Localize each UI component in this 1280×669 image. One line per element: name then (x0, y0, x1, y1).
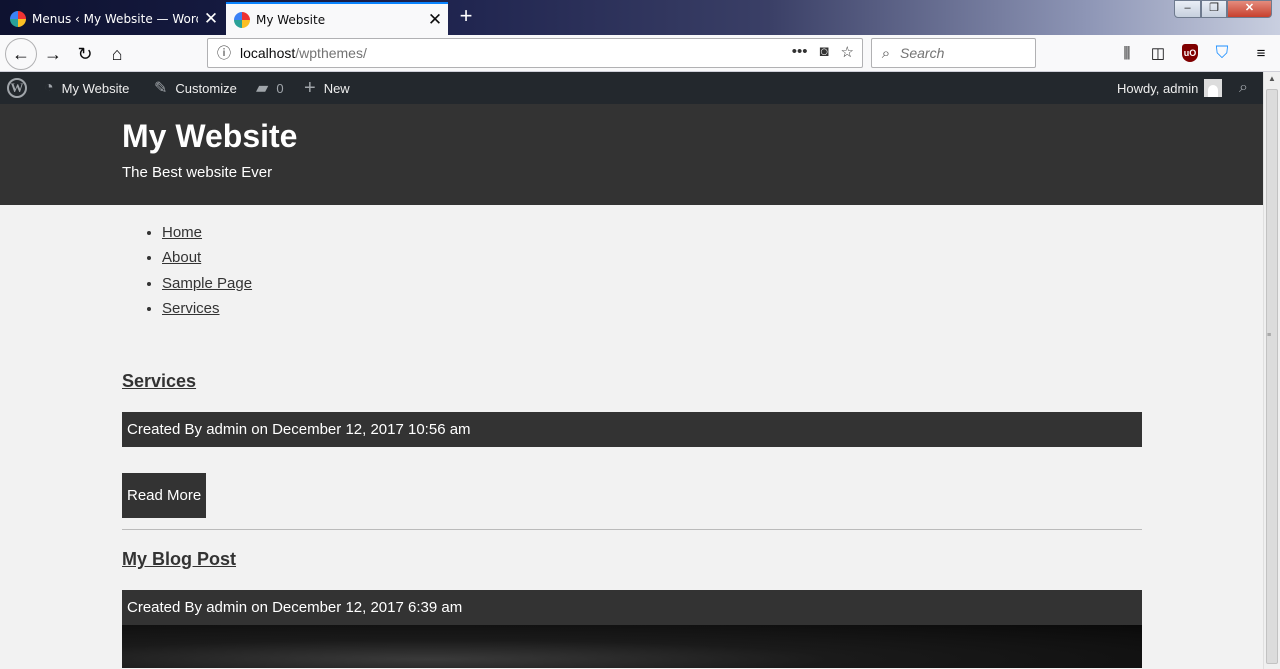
close-tab-icon[interactable]: ✕ (422, 10, 448, 30)
scroll-up-arrow-icon[interactable]: ▲ (1268, 74, 1276, 83)
reload-button[interactable]: ↻ (70, 39, 100, 69)
post-services: Services Created By admin on December 12… (122, 371, 1142, 518)
tab-title: Menus ‹ My Website — WordPr (32, 11, 198, 26)
admin-site-name-label: My Website (61, 80, 130, 96)
page-scrollbar[interactable]: ▲ ≡ (1263, 72, 1280, 669)
menu-link-sample-page[interactable]: Sample Page (162, 275, 252, 292)
paintbrush-icon: ✎ (154, 80, 168, 97)
scrollbar-thumb[interactable] (1266, 89, 1278, 664)
read-more-button[interactable]: Read More (122, 473, 207, 518)
back-button[interactable]: ← (5, 38, 37, 70)
post-my-blog-post: My Blog Post Created By admin on Decembe… (122, 549, 1142, 668)
site-info-icon[interactable]: ⓘ (208, 43, 240, 63)
avatar (1204, 79, 1223, 97)
post-title[interactable]: Services (122, 371, 196, 392)
search-placeholder: Search (900, 45, 945, 61)
menu-item: About (162, 247, 252, 272)
search-input[interactable]: ⌕ Search (871, 38, 1036, 68)
post-title[interactable]: My Blog Post (122, 549, 236, 570)
featured-image (122, 625, 1142, 668)
minimize-window-button[interactable]: – (1174, 0, 1201, 18)
vpn-shield-icon[interactable]: ⛉ (1211, 42, 1233, 64)
ublock-origin-icon[interactable]: uO (1182, 44, 1198, 62)
scrollbar-grip-icon: ≡ (1267, 332, 1272, 339)
browser-toolbar: ← → ↻ ⌂ ⓘ localhost/wpthemes/ ••• ◙ ☆ ⌕ … (0, 35, 1280, 72)
dashboard-icon: ◔ (44, 79, 54, 96)
comments-link[interactable]: ▰ 0 (256, 72, 284, 104)
site-description: The Best website Ever (122, 164, 273, 181)
comments-count: 0 (276, 80, 284, 96)
customize-label: Customize (175, 80, 237, 96)
library-icon[interactable]: ⫼ (1116, 42, 1138, 64)
url-host: localhost (240, 45, 296, 61)
pocket-icon[interactable]: ◙ (819, 43, 828, 61)
menu-link-home[interactable]: Home (162, 224, 202, 241)
bookmark-star-icon[interactable]: ☆ (841, 43, 854, 61)
site-header: My Website The Best website Ever (0, 104, 1263, 205)
forward-button[interactable]: → (38, 39, 68, 69)
menu-item: Home (162, 222, 252, 247)
admin-search-icon[interactable]: ⌕ (1239, 72, 1248, 104)
wordpress-favicon-icon (234, 11, 250, 28)
howdy-label: Howdy, admin (1117, 80, 1199, 96)
maximize-window-button[interactable]: ❐ (1201, 0, 1227, 18)
menu-link-services[interactable]: Services (162, 300, 220, 317)
search-icon: ⌕ (881, 44, 891, 62)
close-tab-icon[interactable]: ✕ (198, 9, 224, 29)
hamburger-menu-icon[interactable]: ≡ (1250, 42, 1272, 64)
menu-link-about[interactable]: About (162, 249, 201, 266)
url-path: /wpthemes/ (295, 45, 367, 61)
url-bar[interactable]: ⓘ localhost/wpthemes/ ••• ◙ ☆ (207, 38, 863, 68)
new-tab-button[interactable]: + (454, 4, 478, 30)
my-account-link[interactable]: Howdy, admin (1117, 72, 1223, 104)
menu-item: Services (162, 298, 252, 323)
site-title[interactable]: My Website (122, 118, 297, 155)
primary-menu: Home About Sample Page Services (162, 222, 252, 324)
post-meta: Created By admin on December 12, 2017 6:… (122, 590, 1142, 625)
new-label: New (323, 80, 350, 96)
page-actions-icon[interactable]: ••• (792, 43, 808, 61)
home-button[interactable]: ⌂ (102, 39, 132, 69)
wordpress-logo-icon[interactable]: W (7, 78, 27, 98)
tab-my-website[interactable]: My Website ✕ (226, 2, 448, 35)
post-divider (122, 529, 1142, 530)
admin-site-name-link[interactable]: ◔ My Website (44, 72, 129, 104)
sidebar-icon[interactable]: ◫ (1147, 42, 1169, 64)
tab-menus[interactable]: Menus ‹ My Website — WordPr ✕ (0, 2, 224, 35)
plus-icon: + (304, 76, 316, 99)
wp-admin-bar: W ◔ My Website ✎ Customize ▰ 0 + New How… (0, 72, 1263, 104)
tab-title: My Website (256, 12, 326, 27)
customize-link[interactable]: ✎ Customize (154, 72, 237, 104)
comment-bubble-icon: ▰ (256, 80, 269, 97)
new-content-link[interactable]: + New (304, 72, 350, 104)
close-window-button[interactable]: ✕ (1227, 0, 1272, 18)
post-meta: Created By admin on December 12, 2017 10… (122, 412, 1142, 447)
wordpress-favicon-icon (10, 10, 26, 27)
menu-item: Sample Page (162, 273, 252, 298)
browser-tab-strip: Menus ‹ My Website — WordPr ✕ My Website… (0, 0, 1280, 35)
